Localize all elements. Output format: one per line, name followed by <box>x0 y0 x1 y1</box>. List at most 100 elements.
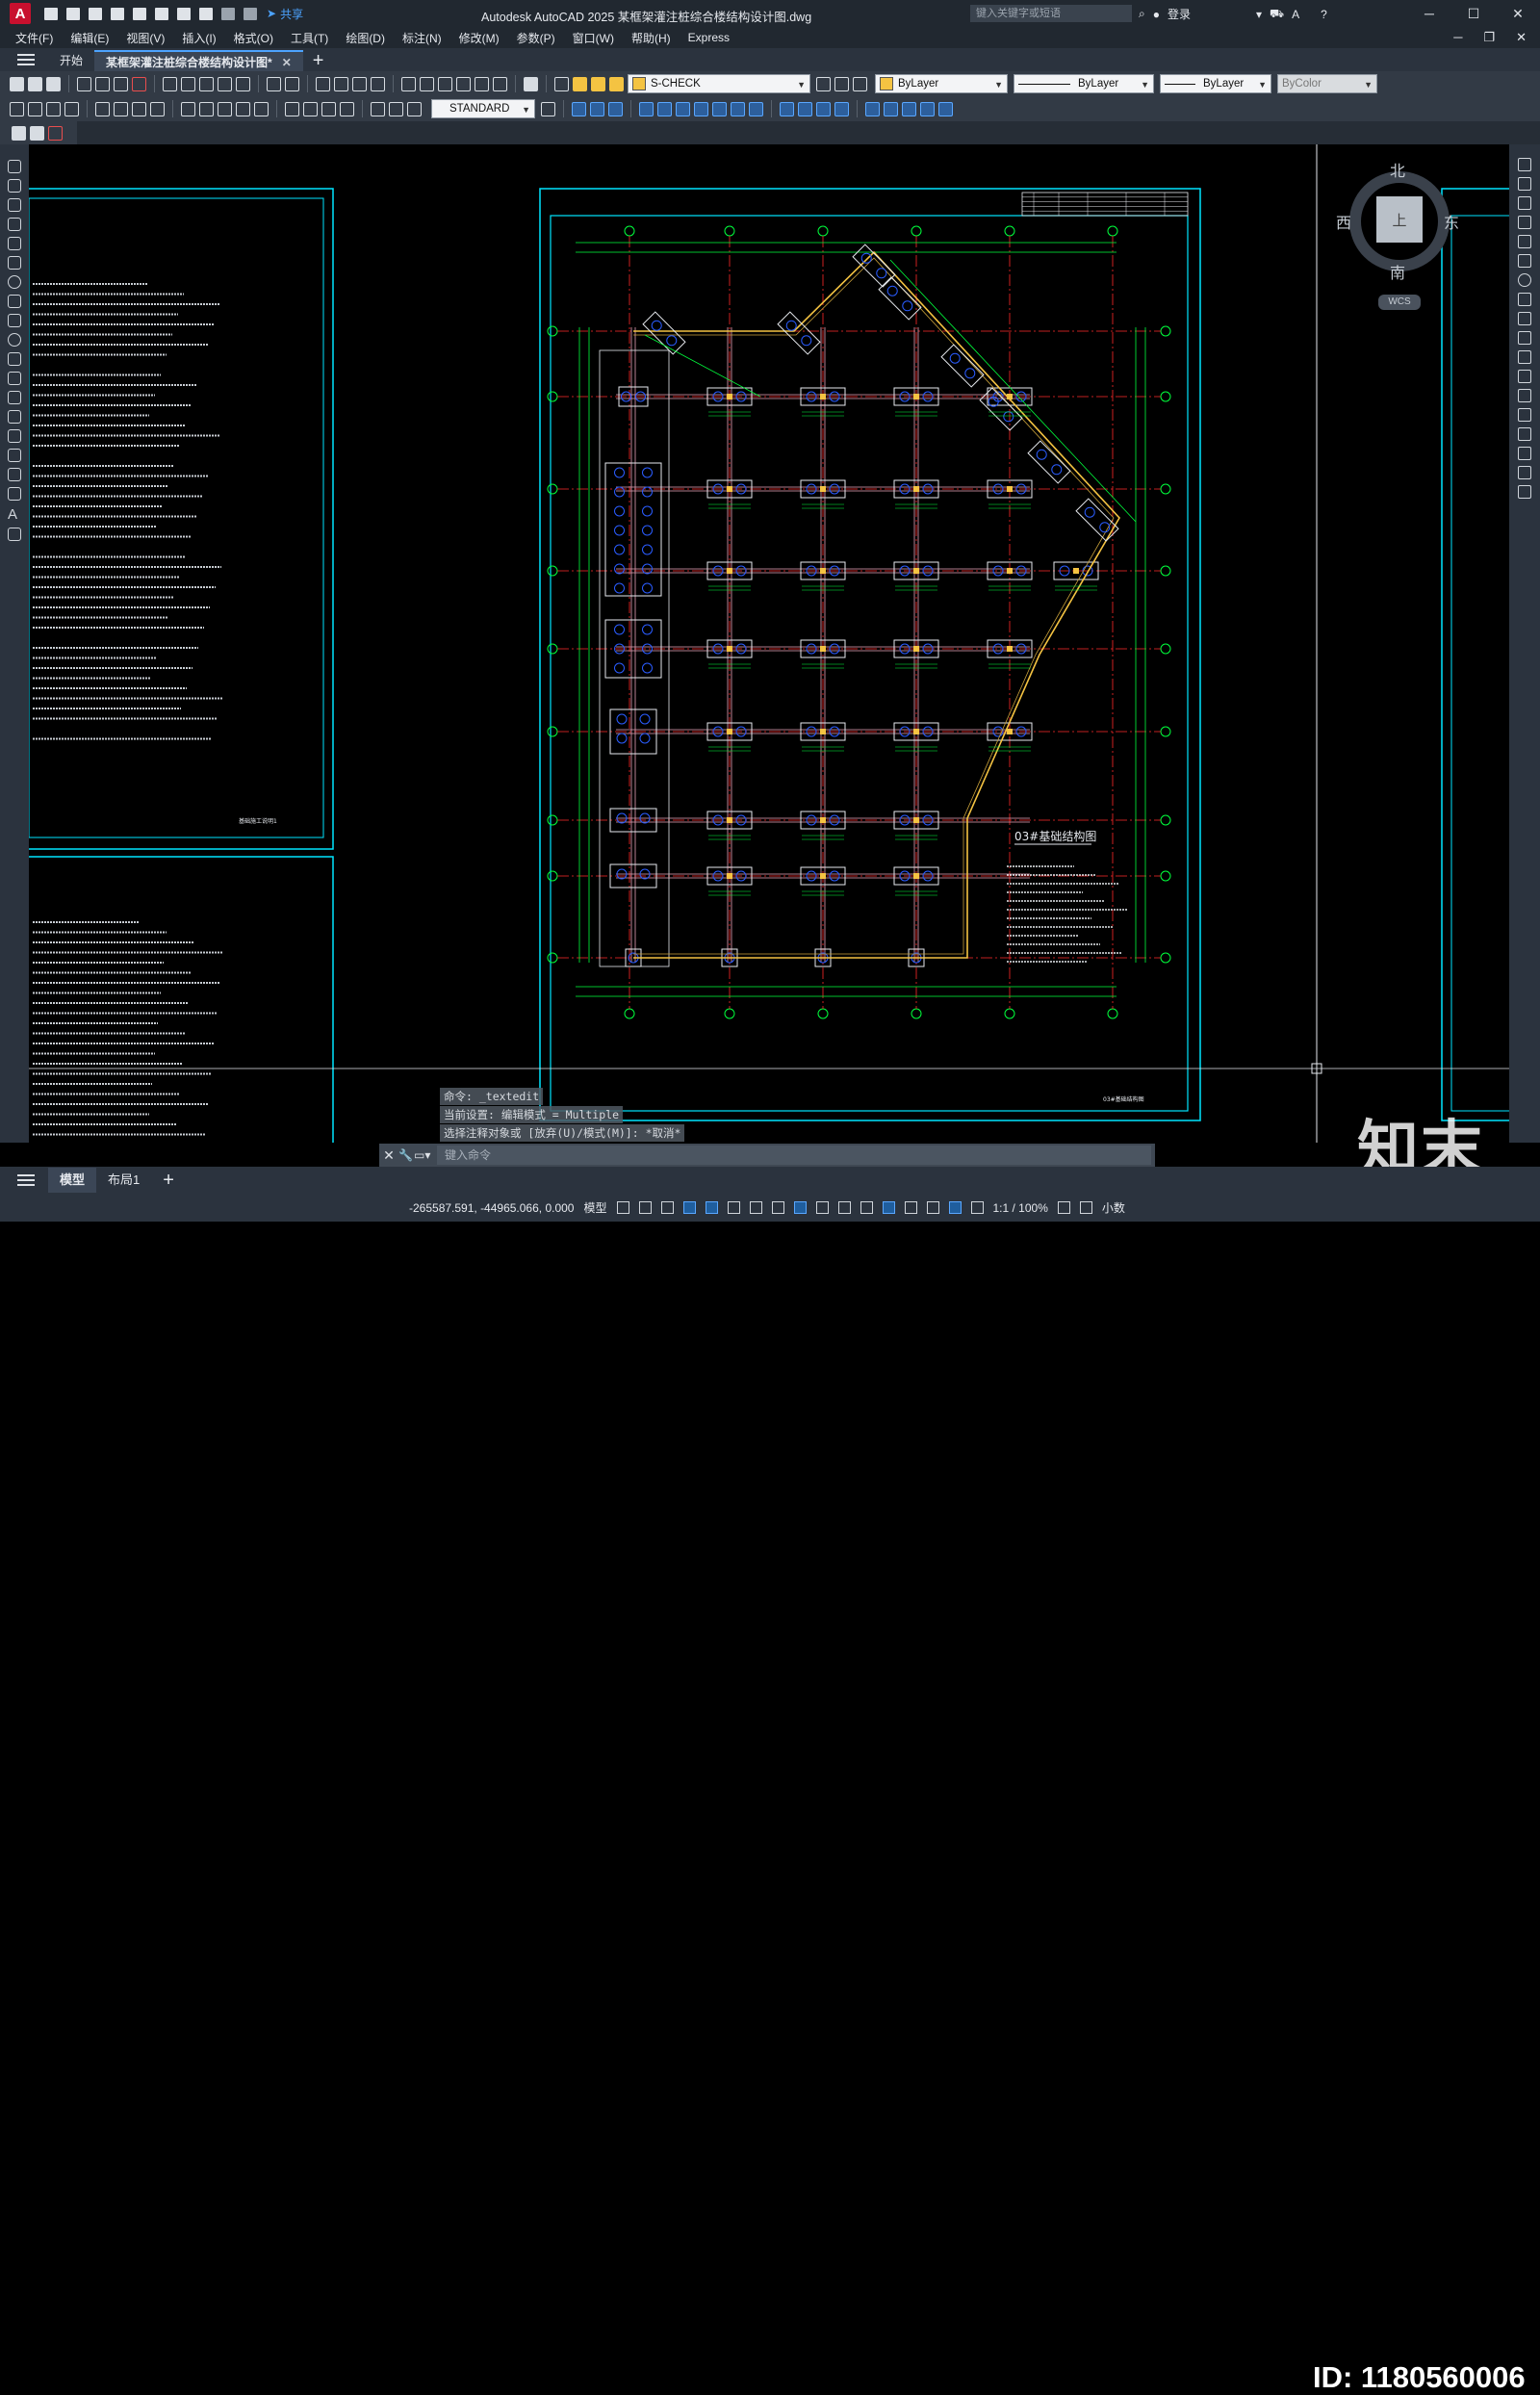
dim-style-dropdown[interactable]: STANDARD ▼ <box>431 99 535 118</box>
menu-view[interactable]: 视图(V) <box>126 30 165 46</box>
selection-cycling-icon[interactable] <box>860 1201 873 1214</box>
publish-icon[interactable] <box>114 76 128 91</box>
layer-states-icon[interactable] <box>853 76 867 91</box>
make-block-icon[interactable] <box>8 391 21 404</box>
compass-north-label[interactable]: 北 <box>1390 158 1405 181</box>
dim-space-icon[interactable] <box>236 101 250 116</box>
viewcube-top-face[interactable]: 上 <box>1376 196 1423 243</box>
open-file-icon[interactable] <box>66 7 80 20</box>
ucs-z-axis-icon[interactable] <box>712 101 727 116</box>
construction-line-icon[interactable] <box>8 179 21 193</box>
erase-icon[interactable] <box>1518 158 1531 171</box>
quick-dim-icon[interactable] <box>181 101 195 116</box>
plotstyle-dropdown[interactable]: ByColor ▼ <box>1277 74 1377 93</box>
layer-previous-icon[interactable] <box>834 76 849 91</box>
layer-on-icon[interactable] <box>573 76 587 91</box>
drawing-canvas[interactable]: 基础施工说明1 03#基础结构图 03#基础结构图 上 北 南 西 东 WCS <box>29 144 1509 1143</box>
tab-model[interactable]: 模型 <box>48 1168 97 1193</box>
maximize-button[interactable]: ☐ <box>1451 0 1496 27</box>
angular-dim-icon[interactable] <box>150 101 165 116</box>
doc-restore-button[interactable]: ❐ <box>1483 30 1495 45</box>
isodraft-icon[interactable] <box>749 1201 762 1214</box>
copy-object-icon[interactable] <box>1518 177 1531 191</box>
menu-help[interactable]: 帮助(H) <box>631 30 671 46</box>
express-layer-match-icon[interactable] <box>30 125 44 141</box>
annotation-visibility-icon[interactable] <box>948 1201 962 1214</box>
menu-tools[interactable]: 工具(T) <box>291 30 328 46</box>
tolerance-icon[interactable] <box>285 101 299 116</box>
sheet-set-icon[interactable] <box>456 76 471 91</box>
search-icon[interactable]: ⌕ <box>1139 7 1145 21</box>
plot-icon[interactable] <box>177 7 191 20</box>
help-icon[interactable] <box>524 76 538 91</box>
save-icon[interactable] <box>46 76 61 91</box>
add-layout-button[interactable]: + <box>151 1168 186 1193</box>
ellipse-arc-icon[interactable] <box>8 352 21 366</box>
view-back-icon[interactable] <box>884 101 898 116</box>
customize-qat-icon[interactable] <box>244 7 257 20</box>
ordinate-dim-icon[interactable] <box>64 101 79 116</box>
point-icon[interactable] <box>8 410 21 424</box>
minimize-button[interactable]: ─ <box>1407 0 1451 27</box>
view-left-icon[interactable] <box>816 101 831 116</box>
selection-filter-icon[interactable] <box>926 1201 939 1214</box>
mirror-icon[interactable] <box>1518 196 1531 210</box>
jogged-dim-icon[interactable] <box>114 101 128 116</box>
break-icon[interactable] <box>1518 389 1531 402</box>
user-icon[interactable]: ● <box>1153 8 1160 21</box>
open-icon[interactable] <box>28 76 42 91</box>
dim-break-icon[interactable] <box>254 101 269 116</box>
model-space-toggle[interactable]: 模型 <box>583 1199 606 1216</box>
tool-palettes-icon[interactable] <box>438 76 452 91</box>
ucs-icon[interactable] <box>572 101 586 116</box>
markup-icon[interactable] <box>475 76 489 91</box>
pan-icon[interactable] <box>316 76 330 91</box>
dim-update-icon[interactable] <box>407 101 422 116</box>
arc-icon[interactable] <box>8 256 21 270</box>
ucs-view-icon[interactable] <box>676 101 690 116</box>
view-bottom-icon[interactable] <box>798 101 812 116</box>
scale-icon[interactable] <box>1518 293 1531 306</box>
express-layer-icon[interactable] <box>12 125 26 141</box>
rectangle-icon[interactable] <box>8 237 21 250</box>
object-snap-tracking-icon[interactable] <box>771 1201 784 1214</box>
3d-print-icon[interactable] <box>132 76 146 91</box>
linear-dim-icon[interactable] <box>10 101 24 116</box>
annotation-scale[interactable]: 1:1 / 100% <box>993 1201 1048 1215</box>
recent-commands-icon[interactable]: ▭▾ <box>414 1148 433 1162</box>
ortho-icon[interactable] <box>705 1201 718 1214</box>
ellipse-icon[interactable] <box>8 333 21 347</box>
circle-icon[interactable] <box>8 275 21 289</box>
layer-properties-icon[interactable] <box>554 76 569 91</box>
add-selected-icon[interactable] <box>8 528 21 541</box>
application-menu-icon[interactable] <box>17 54 35 65</box>
ucs-previous-icon[interactable] <box>608 101 623 116</box>
new-tab-button[interactable]: + <box>313 50 324 71</box>
spline-icon[interactable] <box>8 314 21 327</box>
fillet-icon[interactable] <box>1518 447 1531 460</box>
explode-icon[interactable] <box>1518 485 1531 499</box>
command-input[interactable]: 键入命令 <box>437 1146 1151 1165</box>
view-se-iso-icon[interactable] <box>920 101 935 116</box>
zoom-realtime-icon[interactable] <box>334 76 348 91</box>
view-ne-iso-icon[interactable] <box>938 101 953 116</box>
annotation-monitor-icon[interactable] <box>1079 1201 1092 1214</box>
table-icon[interactable] <box>8 487 21 501</box>
undo-icon[interactable] <box>199 7 213 20</box>
tab-layout1[interactable]: 布局1 <box>96 1168 151 1193</box>
open-web-icon[interactable] <box>133 7 146 20</box>
multiline-text-icon[interactable]: A <box>8 507 21 522</box>
menu-file[interactable]: 文件(F) <box>15 30 53 46</box>
ucs-world-icon[interactable] <box>590 101 604 116</box>
autocad-app-icon[interactable]: A <box>10 3 31 24</box>
ucs-face-icon[interactable] <box>639 101 654 116</box>
close-tab-icon[interactable]: ✕ <box>282 56 292 69</box>
ucs-object-icon[interactable] <box>657 101 672 116</box>
inspection-icon[interactable] <box>321 101 336 116</box>
dim-edit-icon[interactable] <box>371 101 385 116</box>
search-input[interactable]: 键入关键字或短语 <box>970 5 1132 22</box>
view-top-icon[interactable] <box>780 101 794 116</box>
ucs-origin-icon[interactable] <box>694 101 708 116</box>
undo-icon[interactable] <box>267 76 281 91</box>
diameter-dim-icon[interactable] <box>132 101 146 116</box>
